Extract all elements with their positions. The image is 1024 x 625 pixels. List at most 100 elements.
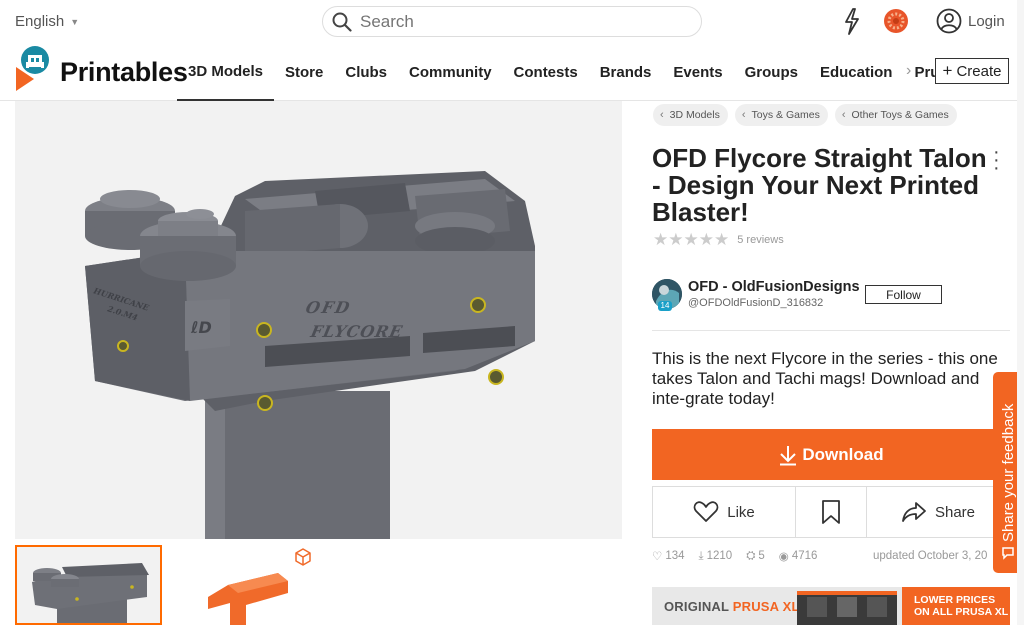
svg-text:ℓD: ℓD — [190, 318, 212, 337]
download-small-icon: ⤓ — [698, 549, 704, 562]
makes-small-icon: ⛭ — [746, 549, 756, 562]
language-label: English — [15, 13, 65, 30]
updated-date: updated October 3, 20 — [873, 550, 988, 562]
breadcrumb-item[interactable]: ‹ Toys & Games — [734, 104, 828, 126]
nav-groups[interactable]: Groups — [734, 44, 809, 101]
star-icon: ★ — [668, 230, 684, 249]
ad-offer: LOWER PRICES ON ALL PRUSA XL — [902, 587, 1010, 625]
reviews-count[interactable]: 5 reviews — [737, 234, 783, 246]
share-button[interactable]: Share — [867, 487, 1009, 537]
star-icon: ★ — [698, 230, 714, 249]
model-stats: ♡ 134 ⤓ 1210 ⛭ 5 ◉ 4716 updated October 3, 2… — [652, 549, 1024, 564]
share-icon — [902, 502, 926, 522]
prusa-lightning-icon[interactable] — [842, 8, 862, 35]
star-icon: ★ — [653, 230, 669, 249]
download-button[interactable]: Download — [652, 429, 1010, 480]
user-badge-icon[interactable] — [883, 8, 909, 34]
model-description: This is the next Flycore in the series -… — [652, 349, 998, 408]
chevron-left-icon: ‹ — [660, 109, 664, 121]
like-label: Like — [727, 503, 755, 521]
thumbnail-render — [32, 563, 149, 623]
render-flycore-text: FLYCORE — [308, 322, 405, 341]
nav-events[interactable]: Events — [662, 44, 733, 101]
search-box[interactable] — [322, 6, 702, 37]
rating[interactable]: ★ ★ ★ ★ ★ 5 reviews — [653, 230, 784, 249]
ad-brand: ORIGINAL PRUSA XL — [664, 599, 800, 614]
feedback-label: Share your feedback — [1000, 403, 1017, 542]
breadcrumb-label: Toys & Games — [751, 109, 820, 121]
thumbnail-1[interactable] — [15, 545, 162, 625]
chevron-right-icon[interactable]: › — [906, 62, 911, 80]
logo-icon — [16, 45, 49, 91]
language-selector[interactable]: English ▼ — [15, 13, 79, 30]
likes-count: 134 — [665, 550, 685, 562]
model-main-image[interactable]: OFD FLYCORE HURRICANE 2.0.M4 ℓD — [15, 101, 622, 539]
user-icon — [936, 8, 962, 34]
login-label: Login — [968, 12, 1005, 30]
printables-logo[interactable]: Printables — [14, 44, 188, 101]
login-button[interactable]: Login — [936, 8, 1005, 34]
nav-education[interactable]: Education — [809, 44, 904, 101]
render-logo-text: OFD — [304, 298, 353, 317]
views-count: 4716 — [791, 550, 818, 562]
nav-links: 3D Models Store Clubs Community Contests… — [177, 44, 959, 101]
nav-store[interactable]: Store — [274, 44, 334, 101]
search-icon — [332, 12, 352, 32]
ad-brand-prefix: ORIGINAL — [664, 599, 733, 614]
star-icon: ★ — [683, 230, 699, 249]
top-bar: English ▼ Login — [0, 0, 1024, 44]
3d-cube-icon — [295, 548, 311, 566]
breadcrumb-item[interactable]: ‹ 3D Models — [653, 104, 728, 126]
breadcrumb-label: Other Toys & Games — [851, 109, 949, 121]
chevron-left-icon: ‹ — [841, 109, 846, 121]
thumbnail-orange-part — [208, 573, 288, 625]
ad-brand-name: PRUSA XL — [732, 599, 800, 614]
follow-button[interactable]: Follow — [865, 285, 942, 304]
breadcrumb-item[interactable]: ‹ Other Toys & Games — [834, 104, 957, 126]
nav-3d-models[interactable]: 3D Models — [177, 44, 275, 101]
nav-contests[interactable]: Contests — [503, 44, 589, 101]
ad-offer-line1: LOWER PRICES — [914, 594, 996, 606]
eye-small-icon: ◉ — [778, 551, 789, 563]
nav-clubs[interactable]: Clubs — [334, 44, 398, 101]
chevron-down-icon: ▼ — [70, 16, 80, 27]
author-name[interactable]: OFD - OldFusionDesigns — [688, 279, 860, 295]
download-label: Download — [802, 444, 884, 464]
main-nav: Printables 3D Models Store Clubs Communi… — [0, 44, 1024, 101]
feedback-icon — [1002, 547, 1014, 560]
more-options-icon[interactable]: · · · — [993, 142, 1000, 178]
ad-offer-line2: ON ALL PRUSA XL — [914, 606, 1009, 618]
heart-icon — [693, 501, 719, 522]
chevron-left-icon: ‹ — [741, 109, 746, 121]
views-stat: ◉ 4716 — [779, 549, 818, 563]
heart-small-icon: ♡ — [652, 551, 663, 563]
downloads-stat: ⤓ 1210 — [699, 550, 733, 563]
ad-banner[interactable]: ORIGINAL PRUSA XL LOWER PRICES ON ALL PRU… — [652, 587, 1010, 625]
author-section: 14 OFD - OldFusionDesigns @OFDOldFusionD… — [652, 279, 1010, 331]
nav-brands[interactable]: Brands — [589, 44, 663, 101]
author-handle: @OFDOldFusionD_316832 — [688, 297, 824, 309]
bookmark-button[interactable] — [796, 487, 867, 537]
bookmark-icon — [822, 500, 840, 524]
breadcrumb: ‹ 3D Models ‹ Toys & Games ‹ Other Toys & G… — [653, 104, 957, 126]
likes-stat: ♡ 134 — [652, 549, 685, 563]
page-scrollbar[interactable] — [1017, 0, 1024, 625]
blaster-render: OFD FLYCORE HURRICANE 2.0.M4 ℓD — [85, 171, 535, 539]
makes-count: 5 — [758, 550, 765, 562]
like-button[interactable]: Like — [653, 487, 796, 537]
create-button[interactable]: + Create — [935, 58, 1009, 84]
makes-stat: ⛭ 5 — [746, 550, 765, 563]
star-icon: ★ — [714, 230, 730, 249]
share-label: Share — [934, 503, 976, 521]
thumbnail-2[interactable] — [168, 545, 315, 625]
action-bar: Like Share — [652, 486, 1010, 538]
plus-icon: + — [942, 61, 953, 80]
model-title: OFD Flycore Straight Talon - Design Your… — [652, 143, 987, 227]
downloads-count: 1210 — [706, 550, 733, 562]
breadcrumb-label: 3D Models — [669, 109, 720, 121]
thumbnail-strip — [15, 545, 315, 625]
search-input[interactable] — [360, 11, 660, 32]
download-icon — [780, 445, 797, 465]
nav-community[interactable]: Community — [398, 44, 503, 101]
author-level-badge: 14 — [658, 301, 672, 311]
